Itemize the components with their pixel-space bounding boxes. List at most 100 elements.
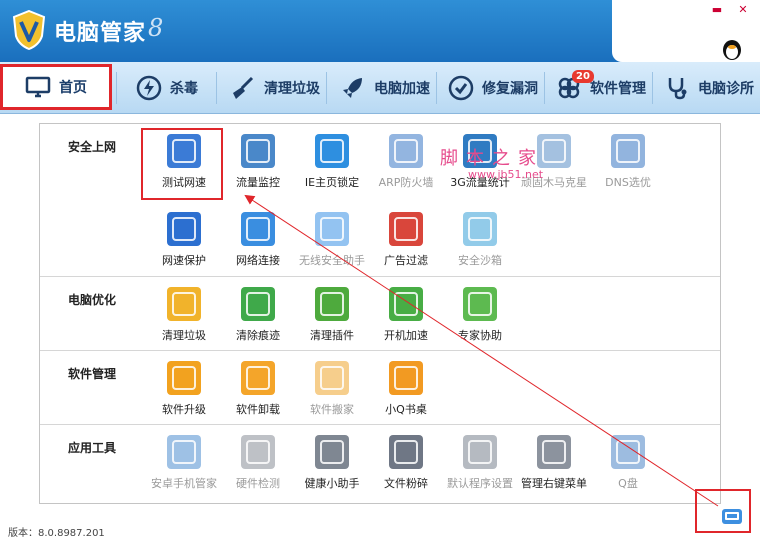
nav-divider: [116, 72, 117, 104]
tool-label: 清理垃圾: [162, 329, 206, 342]
traffic-chart-icon: [241, 134, 275, 168]
tool-trash[interactable]: 软件卸载: [220, 361, 296, 429]
tool-label: IE主页锁定: [304, 176, 360, 189]
watermark-text: 脚本之家: [440, 148, 544, 169]
nav-divider: [436, 72, 437, 104]
chevron-shield-icon: [167, 212, 201, 246]
section-title: 应用工具: [68, 441, 117, 455]
nav-repair[interactable]: 修复漏洞: [448, 68, 538, 108]
tool-hardware[interactable]: 硬件检测: [220, 435, 296, 503]
tool-traffic-chart[interactable]: 流量监控: [220, 134, 296, 202]
nav-divider: [326, 72, 327, 104]
version-label: 版本：8.0.8987.201: [8, 528, 105, 539]
nav-home[interactable]: 首页: [0, 64, 112, 110]
alarm-clock-icon: [315, 435, 349, 469]
tool-clover[interactable]: 小Q书桌: [368, 361, 444, 429]
tool-q-disk[interactable]: Q盘: [590, 435, 666, 503]
arp-icon: [389, 134, 423, 168]
broom-icon: [167, 287, 201, 321]
truck-icon: [315, 361, 349, 395]
tool-ie-lock[interactable]: IE主页锁定: [294, 134, 370, 202]
tool-mouse[interactable]: 管理右键菜单: [516, 435, 592, 503]
version-mark: 8: [148, 14, 164, 42]
tool-sandbox[interactable]: 安全沙箱: [442, 212, 518, 280]
nav-clinic-label: 电脑诊所: [698, 81, 754, 97]
tool-label: 无线安全助手: [299, 254, 365, 267]
tool-label: 清理插件: [310, 329, 354, 342]
toolbox-icon[interactable]: [721, 506, 743, 526]
section-app-tools: 应用工具 安卓手机管家 硬件检测 健康小助手 文件粉碎 默认程序设置 管理右键菜…: [40, 425, 720, 503]
tool-shredder[interactable]: 文件粉碎: [368, 435, 444, 503]
puzzle-icon: [315, 287, 349, 321]
tool-chevron-shield[interactable]: 网速保护: [146, 212, 222, 280]
rocket-icon: [343, 78, 362, 98]
nav-home-label: 首页: [59, 80, 87, 96]
tool-label: 软件升级: [162, 403, 206, 416]
wifi-icon: [315, 212, 349, 246]
tool-label: DNS选优: [605, 176, 651, 189]
tool-arp[interactable]: ARP防火墙: [368, 134, 444, 202]
monitor-icon: [25, 76, 51, 98]
clover-icon: [389, 361, 423, 395]
title-bar: 电脑管家 8 ▬ ✕: [0, 0, 760, 62]
section-title: 安全上网: [68, 140, 117, 154]
ie-lock-icon: [315, 134, 349, 168]
tool-alarm-clock[interactable]: 健康小助手: [294, 435, 370, 503]
tool-ad-filter[interactable]: 广告过滤: [368, 212, 444, 280]
tool-eraser[interactable]: 清除痕迹: [220, 287, 296, 355]
minimize-button[interactable]: ▬: [706, 2, 728, 18]
nav-divider: [544, 72, 545, 104]
tool-android-m[interactable]: 安卓手机管家: [146, 435, 222, 503]
nav-divider: [652, 72, 653, 104]
hardware-icon: [241, 435, 275, 469]
app-title: 电脑管家: [54, 21, 147, 46]
nav-antivirus[interactable]: 杀毒: [136, 68, 198, 108]
nav-divider: [216, 72, 217, 104]
expert-icon: [463, 287, 497, 321]
upgrade-arrow-icon: [167, 361, 201, 395]
section-title: 电脑优化: [68, 293, 117, 307]
sandbox-icon: [463, 212, 497, 246]
tool-label: 安全沙箱: [458, 254, 502, 267]
shield-repair-icon: [448, 75, 474, 101]
nav-software[interactable]: 软件管理: [556, 68, 646, 108]
dns-icon: [611, 134, 645, 168]
window-controls: ▬ ✕: [706, 2, 754, 18]
tool-gear[interactable]: 默认程序设置: [442, 435, 518, 503]
lightning-icon: [136, 75, 162, 101]
tool-broom[interactable]: 清理垃圾: [146, 287, 222, 355]
nav-cleanup[interactable]: 清理垃圾: [230, 68, 320, 108]
nav-repair-label: 修复漏洞: [482, 81, 538, 97]
broom-icon: [233, 76, 254, 99]
tool-truck[interactable]: 软件搬家: [294, 361, 370, 429]
tool-label: 管理右键菜单: [521, 477, 587, 490]
nav-antivirus-label: 杀毒: [170, 81, 198, 97]
tool-dns[interactable]: DNS选优: [590, 134, 666, 202]
close-button[interactable]: ✕: [732, 2, 754, 18]
section-title: 软件管理: [68, 367, 117, 381]
tool-upgrade-arrow[interactable]: 软件升级: [146, 361, 222, 429]
tool-label: 默认程序设置: [447, 477, 513, 490]
tool-label: 健康小助手: [304, 477, 360, 490]
eraser-icon: [241, 287, 275, 321]
section-optimization: 电脑优化 清理垃圾 清除痕迹 清理插件 开机加速 专家协助: [40, 277, 720, 351]
gear-icon: [463, 435, 497, 469]
nav-speedup-label: 电脑加速: [374, 81, 430, 97]
rocket-icon: [389, 287, 423, 321]
software-update-badge: 20: [572, 70, 594, 83]
tool-label: 网速保护: [162, 254, 206, 267]
main-nav: 首页 杀毒 清理垃圾 电脑加速 修复漏洞 软件管理 电脑诊所: [0, 62, 760, 114]
penguin-avatar-icon[interactable]: [720, 38, 744, 60]
tool-rocket[interactable]: 开机加速: [368, 287, 444, 355]
nav-clinic[interactable]: 电脑诊所: [664, 68, 754, 108]
tool-label: 专家协助: [458, 329, 502, 342]
tool-label: 清除痕迹: [236, 329, 280, 342]
tool-globe-link[interactable]: 网络连接: [220, 212, 296, 280]
tool-puzzle[interactable]: 清理插件: [294, 287, 370, 355]
tool-wifi[interactable]: 无线安全助手: [294, 212, 370, 280]
nav-speedup[interactable]: 电脑加速: [340, 68, 430, 108]
stethoscope-icon: [668, 78, 687, 100]
tool-expert[interactable]: 专家协助: [442, 287, 518, 355]
tool-label: 小Q书桌: [385, 403, 427, 416]
highlight-box-speed-test: [141, 128, 223, 200]
